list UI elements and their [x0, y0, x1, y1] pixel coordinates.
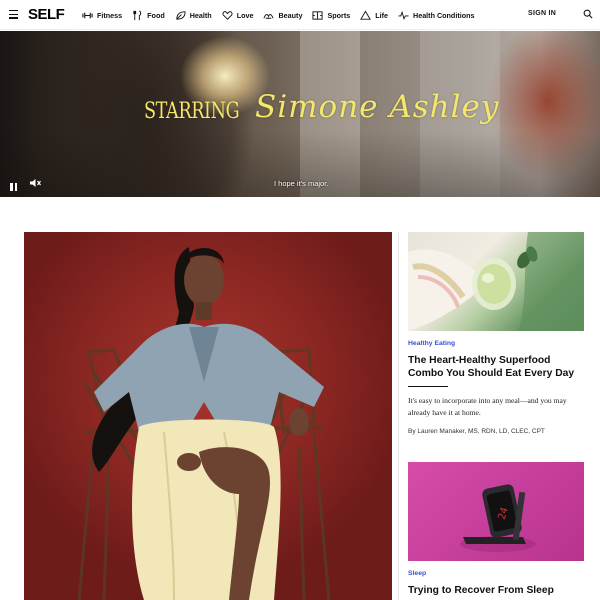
nav-item-health-conditions[interactable]: Health Conditions — [398, 10, 475, 21]
nav-item-label: Health Conditions — [413, 10, 475, 20]
video-caption: I hope it's major. — [274, 179, 329, 188]
menu-icon[interactable] — [9, 10, 18, 19]
article-kicker[interactable]: Sleep — [408, 570, 426, 577]
nav-item-label: Beauty — [278, 10, 303, 20]
nav-item-label: Life — [375, 10, 388, 20]
sleep-photo-illustration: 24 — [460, 484, 536, 552]
sign-in-link[interactable]: SIGN IN — [528, 10, 556, 17]
feature-photo-illustration — [77, 247, 331, 600]
column-divider — [398, 232, 399, 600]
article-byline: By Lauren Manaker, MS, RDN, LD, CLEC, CP… — [408, 428, 545, 435]
nav-item-health[interactable]: Health — [175, 10, 212, 21]
article-image-food[interactable] — [408, 232, 584, 331]
nav-item-fitness[interactable]: Fitness — [82, 10, 122, 21]
pulse-icon — [398, 10, 409, 20]
nav-item-life[interactable]: Life — [360, 9, 388, 21]
article-image-sleep[interactable]: 24 — [408, 462, 584, 561]
site-logo[interactable]: SELF — [28, 6, 65, 23]
fork-knife-icon — [133, 10, 142, 20]
nav-item-label: Health — [189, 10, 212, 20]
headline-rule — [408, 386, 448, 387]
nav-item-label: Fitness — [97, 10, 123, 20]
site-header: SELF Fitness Food Health Love Beauty Spo… — [0, 0, 600, 30]
main-nav: Fitness Food Health Love Beauty Sports L… — [82, 0, 485, 30]
beauty-icon — [263, 13, 274, 19]
dumbbell-icon — [82, 12, 93, 18]
article-headline[interactable]: Trying to Recover From Sleep — [408, 584, 584, 597]
article-headline[interactable]: The Heart-Healthy Superfood Combo You Sh… — [408, 354, 584, 380]
article-kicker[interactable]: Healthy Eating — [408, 340, 455, 347]
nav-item-food[interactable]: Food — [132, 10, 165, 21]
hero-name-text: Simone Ashley — [255, 89, 500, 125]
food-photo-illustration — [408, 232, 584, 331]
nav-item-beauty[interactable]: Beauty — [263, 10, 302, 21]
sports-icon — [312, 10, 323, 20]
triangle-icon — [360, 9, 372, 20]
mute-icon[interactable] — [29, 178, 42, 188]
heart-icon — [222, 10, 233, 20]
search-icon[interactable] — [583, 9, 593, 19]
pause-icon[interactable] — [10, 178, 20, 191]
article-dek: It's easy to incorporate into any meal—a… — [408, 396, 567, 417]
nav-item-label: Food — [147, 10, 165, 20]
nav-item-label: Sports — [327, 10, 351, 20]
leaf-icon — [176, 10, 186, 20]
nav-item-label: Love — [236, 10, 254, 20]
nav-item-sports[interactable]: Sports — [312, 10, 350, 21]
hero-video[interactable]: STARRING Simone Ashley I hope it's major… — [0, 31, 600, 197]
feature-image[interactable] — [24, 232, 392, 600]
nav-item-love[interactable]: Love — [222, 10, 254, 21]
hero-starring-text: STARRING — [144, 99, 240, 124]
